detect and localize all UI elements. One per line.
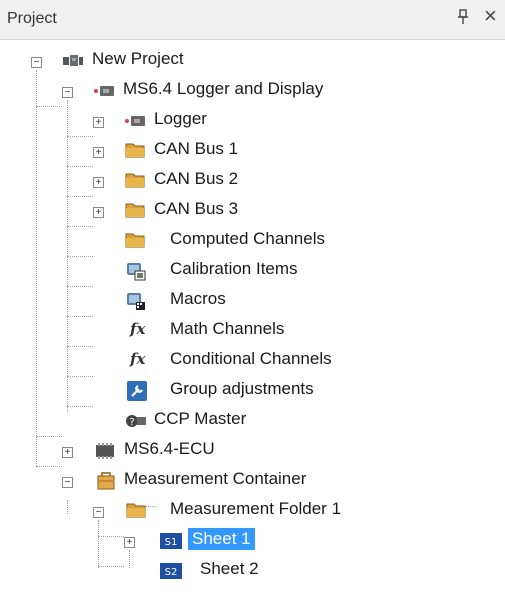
pin-icon[interactable] xyxy=(456,9,470,28)
expand-toggle[interactable]: + xyxy=(93,117,104,128)
tree-node-macros[interactable]: Macros xyxy=(0,288,505,314)
tree-node-label: Conditional Channels xyxy=(170,349,332,368)
sheet-icon: S1 xyxy=(160,533,182,551)
sheet-badge: S2 xyxy=(165,567,178,578)
tree-node-calibration-items[interactable]: Calibration Items xyxy=(0,258,505,284)
folder-icon xyxy=(125,172,147,190)
collapse-toggle[interactable]: − xyxy=(93,507,104,518)
tree-node-computed-channels[interactable]: Computed Channels xyxy=(0,228,505,254)
tree-node-group-adjustments[interactable]: Group adjustments xyxy=(0,378,505,404)
macros-icon xyxy=(125,291,147,310)
tree-node-conditional-channels[interactable]: fx Conditional Channels xyxy=(0,348,505,374)
logger-device-icon xyxy=(124,112,146,130)
fx-icon: fx xyxy=(130,320,146,338)
folder-icon xyxy=(125,202,147,220)
logger-device-icon xyxy=(93,82,115,100)
tree-node-logger[interactable]: + Logger xyxy=(0,108,505,134)
tree-node-label-selected: Sheet 1 xyxy=(188,528,255,550)
tree-node-sheet-2[interactable]: S2 Sheet 2 xyxy=(0,558,505,584)
tree-node-label: CAN Bus 1 xyxy=(154,139,239,158)
tree-node-new-project[interactable]: − New Project xyxy=(0,48,505,74)
project-panel: Project × − New Project − MS6.4 Logger a… xyxy=(0,0,505,604)
tree-node-ccp-master[interactable]: ? CCP Master xyxy=(0,408,505,434)
container-icon xyxy=(96,471,118,490)
expand-toggle[interactable]: + xyxy=(93,147,104,158)
tree-node-sheet-1[interactable]: + S1 Sheet 1 xyxy=(0,528,505,554)
sheet-badge: S1 xyxy=(165,537,178,548)
tree-node-label: Macros xyxy=(170,289,226,308)
expand-toggle[interactable]: + xyxy=(93,177,104,188)
tree-node-label: CCP Master xyxy=(154,409,247,428)
panel-title: Project xyxy=(7,10,57,27)
tree-node-measurement-folder-1[interactable]: − Measurement Folder 1 xyxy=(0,498,505,524)
tree-node-ecu[interactable]: + MS6.4-ECU xyxy=(0,438,505,464)
ecu-icon xyxy=(94,442,116,460)
calibration-icon xyxy=(125,261,147,281)
tree-node-label: Math Channels xyxy=(170,319,285,338)
tree-node-label: Measurement Folder 1 xyxy=(170,499,342,518)
tree-node-label: Calibration Items xyxy=(170,259,298,278)
folder-icon xyxy=(126,502,148,520)
tree-node-label: MS6.4 Logger and Display xyxy=(123,79,324,98)
expand-toggle[interactable]: + xyxy=(62,447,73,458)
tree-node-label: New Project xyxy=(92,49,184,68)
tree-node-label: Logger xyxy=(154,109,207,128)
collapse-toggle[interactable]: − xyxy=(31,57,42,68)
tree-node-label: Group adjustments xyxy=(170,379,314,398)
expand-toggle[interactable]: + xyxy=(124,537,135,548)
panel-header: Project × xyxy=(0,0,505,40)
tree-node-can-bus-3[interactable]: + CAN Bus 3 xyxy=(0,198,505,224)
tree-node-label: MS6.4-ECU xyxy=(124,439,215,458)
tree-node-measurement-container[interactable]: − Measurement Container xyxy=(0,468,505,494)
project-tree[interactable]: − New Project − MS6.4 Logger and Display… xyxy=(0,40,505,604)
svg-text:?: ? xyxy=(129,417,134,428)
folder-icon xyxy=(125,142,147,160)
tree-node-label: Computed Channels xyxy=(170,229,325,248)
tree-node-logger-display[interactable]: − MS6.4 Logger and Display xyxy=(0,78,505,104)
expand-toggle[interactable]: + xyxy=(93,207,104,218)
tree-node-label: Sheet 2 xyxy=(200,559,259,578)
tree-node-math-channels[interactable]: fx Math Channels xyxy=(0,318,505,344)
tree-node-label: Measurement Container xyxy=(124,469,307,488)
collapse-toggle[interactable]: − xyxy=(62,87,73,98)
folder-icon xyxy=(125,232,147,250)
ccp-icon: ? xyxy=(125,412,147,430)
project-icon xyxy=(62,52,84,70)
fx-icon: fx xyxy=(130,350,146,368)
tree-node-can-bus-2[interactable]: + CAN Bus 2 xyxy=(0,168,505,194)
wrench-icon xyxy=(127,381,149,401)
collapse-toggle[interactable]: − xyxy=(62,477,73,488)
close-icon[interactable]: × xyxy=(484,5,497,27)
sheet-icon: S2 xyxy=(160,563,182,581)
tree-node-label: CAN Bus 3 xyxy=(154,199,239,218)
tree-node-label: CAN Bus 2 xyxy=(154,169,239,188)
tree-node-can-bus-1[interactable]: + CAN Bus 1 xyxy=(0,138,505,164)
